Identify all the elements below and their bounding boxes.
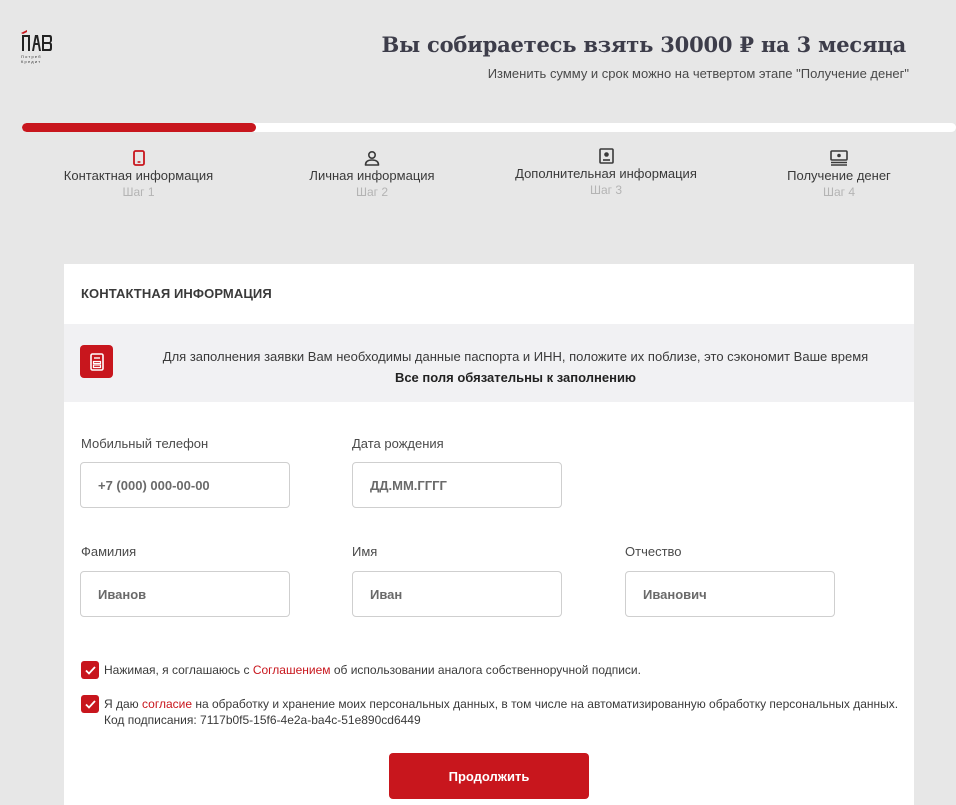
step-personal[interactable]: Личная информация Шаг 2 bbox=[302, 148, 442, 199]
step-contact[interactable]: Контактная информация Шаг 1 bbox=[62, 148, 215, 199]
logo-subtitle: Потреб Кредит bbox=[21, 54, 55, 64]
notice-icon-box bbox=[80, 345, 113, 378]
notice-banner: Для заполнения заявки Вам необходимы дан… bbox=[64, 324, 914, 402]
birthdate-input[interactable] bbox=[352, 462, 562, 508]
phone-input[interactable] bbox=[80, 462, 290, 508]
step-title: Дополнительная информация bbox=[515, 166, 697, 181]
signing-code: Код подписания: 7117b0f5-15f6-4e2a-ba4c-… bbox=[104, 713, 421, 727]
agreement-text: Нажимая, я соглашаюсь с Соглашением об и… bbox=[104, 662, 894, 678]
notice-text: Для заполнения заявки Вам необходимы дан… bbox=[131, 346, 900, 388]
surname-input[interactable] bbox=[80, 571, 290, 617]
step-title: Контактная информация bbox=[63, 168, 214, 183]
step-indicator: Контактная информация Шаг 1 Личная инфор… bbox=[22, 148, 956, 208]
user-icon bbox=[364, 150, 380, 166]
document-icon bbox=[89, 352, 104, 371]
personal-data-text-after: на обработку и хранение моих персональны… bbox=[192, 697, 899, 711]
id-card-icon bbox=[598, 148, 614, 164]
surname-label: Фамилия bbox=[81, 544, 137, 559]
agreement-text-after: об использовании аналога собственноручно… bbox=[330, 663, 641, 677]
phone-icon bbox=[132, 150, 145, 166]
logo-mark-icon bbox=[21, 30, 52, 51]
form-title: КОНТАКТНАЯ ИНФОРМАЦИЯ bbox=[81, 286, 272, 301]
progress-bar bbox=[22, 123, 956, 132]
logo-sub-line-2: Кредит bbox=[21, 58, 42, 64]
personal-data-checkbox[interactable] bbox=[81, 695, 99, 713]
step-number: Шаг 3 bbox=[589, 183, 623, 197]
money-icon bbox=[830, 150, 848, 166]
name-input[interactable] bbox=[352, 571, 562, 617]
phone-label: Мобильный телефон bbox=[81, 436, 209, 451]
agreement-text-before: Нажимая, я соглашаюсь с bbox=[104, 663, 253, 677]
agreement-link[interactable]: Соглашением bbox=[253, 663, 331, 677]
progress-fill bbox=[22, 123, 256, 132]
step-number: Шаг 4 bbox=[822, 185, 856, 199]
consent-link[interactable]: согласие bbox=[142, 697, 192, 711]
personal-data-text: Я даю согласие на обработку и хранение м… bbox=[104, 696, 904, 728]
page-title: Вы собираетесь взять 30000 ₽ на 3 месяца bbox=[381, 32, 907, 57]
step-additional[interactable]: Дополнительная информация Шаг 3 bbox=[510, 146, 702, 197]
agreement-checkbox[interactable] bbox=[81, 661, 99, 679]
step-title: Личная информация bbox=[309, 168, 435, 183]
checkmark-icon bbox=[84, 665, 96, 675]
patronymic-input[interactable] bbox=[625, 571, 835, 617]
continue-button[interactable]: Продолжить bbox=[389, 753, 589, 799]
personal-data-text-before: Я даю bbox=[104, 697, 143, 711]
step-money[interactable]: Получение денег Шаг 4 bbox=[780, 148, 898, 199]
brand-logo[interactable]: Потреб Кредит bbox=[21, 30, 55, 64]
patronymic-label: Отчество bbox=[625, 544, 682, 559]
name-label: Имя bbox=[352, 544, 378, 559]
checkmark-icon bbox=[84, 699, 96, 709]
step-title: Получение денег bbox=[787, 168, 891, 183]
page-subtitle: Изменить сумму и срок можно на четвертом… bbox=[487, 66, 909, 81]
step-number: Шаг 1 bbox=[122, 185, 155, 199]
step-number: Шаг 2 bbox=[355, 185, 389, 199]
notice-emphasis: Все поля обязательны к заполнению bbox=[394, 370, 637, 385]
notice-message: Для заполнения заявки Вам необходимы дан… bbox=[162, 349, 869, 364]
birthdate-label: Дата рождения bbox=[352, 436, 444, 451]
form-card: КОНТАКТНАЯ ИНФОРМАЦИЯ Для заполнения зая… bbox=[64, 264, 914, 805]
